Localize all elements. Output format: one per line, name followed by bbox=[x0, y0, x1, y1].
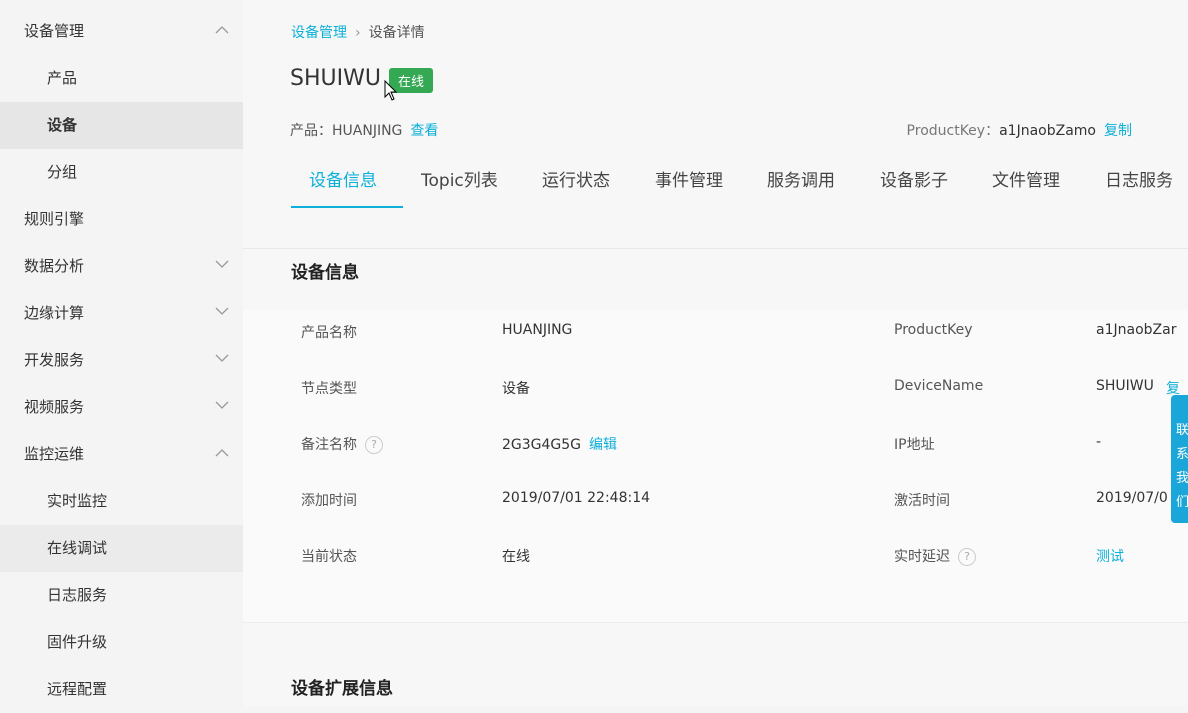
info-label: 备注名称? bbox=[301, 434, 383, 454]
info-value: a1JnaobZar bbox=[1096, 322, 1177, 338]
info-label: 激活时间 bbox=[894, 493, 950, 509]
edit-alias-link[interactable]: 编辑 bbox=[589, 437, 617, 453]
float-tab-char: 联 bbox=[1176, 423, 1188, 438]
info-value: 2019/07/0 bbox=[1096, 490, 1168, 506]
main-content: 设备管理 › 设备详情 SHUIWU 在线 产品：HUANJING 查看 Produc… bbox=[243, 0, 1188, 706]
sidebar-item-label: 产品 bbox=[47, 69, 78, 87]
info-label: 添加时间 bbox=[301, 493, 357, 509]
info-label: ProductKey bbox=[894, 322, 973, 338]
sidebar-item-device[interactable]: 设备 bbox=[0, 102, 243, 149]
sidebar-item-edge-computing[interactable]: 边缘计算 bbox=[0, 290, 243, 337]
copy-productkey-link[interactable]: 复制 bbox=[1104, 123, 1132, 139]
breadcrumb-link[interactable]: 设备管理 bbox=[291, 25, 347, 41]
divider bbox=[243, 622, 1188, 623]
sidebar-item-label: 监控运维 bbox=[24, 445, 85, 463]
productkey-value: a1JnaobZamo bbox=[999, 123, 1096, 139]
sidebar-item-product[interactable]: 产品 bbox=[0, 55, 243, 102]
device-header: 设备管理 › 设备详情 SHUIWU 在线 产品：HUANJING 查看 Produc… bbox=[243, 0, 1188, 248]
info-label: 产品名称 bbox=[301, 325, 357, 341]
sidebar-item-label: 视频服务 bbox=[24, 398, 85, 416]
product-name: HUANJING bbox=[332, 123, 403, 139]
device-info-table: 产品名称 HUANJING ProductKey a1JnaobZar 节点类型… bbox=[243, 310, 1188, 622]
sidebar-item-label: 在线调试 bbox=[47, 539, 108, 557]
info-value: SHUIWU bbox=[1096, 378, 1154, 394]
test-latency-link[interactable]: 测试 bbox=[1096, 546, 1124, 566]
mouse-cursor-icon bbox=[384, 79, 398, 106]
sidebar-item-device-management[interactable]: 设备管理 bbox=[0, 8, 243, 55]
tab-file-management[interactable]: 文件管理 bbox=[992, 166, 1060, 191]
breadcrumb-current: 设备详情 bbox=[368, 25, 425, 41]
info-label: 节点类型 bbox=[301, 381, 357, 397]
sidebar-item-label: 规则引擎 bbox=[24, 210, 85, 228]
info-label-text: 实时延迟 bbox=[894, 549, 950, 565]
sidebar-item-label: 设备 bbox=[47, 116, 78, 134]
sidebar-item-label: 分组 bbox=[47, 163, 78, 181]
float-tab-char: 系 bbox=[1176, 447, 1188, 462]
sidebar-item-log-service[interactable]: 日志服务 bbox=[0, 572, 243, 619]
info-value: 在线 bbox=[502, 549, 530, 565]
chevron-up-icon bbox=[215, 8, 231, 55]
sidebar-item-group[interactable]: 分组 bbox=[0, 149, 243, 196]
sidebar-item-label: 日志服务 bbox=[47, 586, 108, 604]
info-value: 2019/07/01 22:48:14 bbox=[502, 490, 651, 506]
sidebar-item-label: 数据分析 bbox=[24, 257, 85, 275]
sidebar-item-label: 固件升级 bbox=[47, 633, 108, 651]
sidebar-item-rule-engine[interactable]: 规则引擎 bbox=[0, 196, 243, 243]
sidebar-item-realtime-monitor[interactable]: 实时监控 bbox=[0, 478, 243, 525]
section-title-extended-info: 设备扩展信息 bbox=[291, 679, 393, 699]
active-tab-indicator bbox=[291, 206, 403, 208]
sidebar: 设备管理 产品 设备 分组 规则引擎 数据分析 边缘计算 开发服务 视频服务 监… bbox=[0, 0, 243, 706]
sidebar-item-label: 开发服务 bbox=[24, 351, 85, 369]
breadcrumb: 设备管理 › 设备详情 bbox=[291, 22, 425, 42]
product-prefix: 产品： bbox=[290, 123, 332, 139]
tab-device-info[interactable]: 设备信息 bbox=[309, 166, 377, 191]
info-label: 实时延迟? bbox=[894, 546, 976, 566]
info-value: 2G3G4G5G 编辑 bbox=[502, 434, 617, 454]
info-label: 当前状态 bbox=[301, 549, 357, 565]
tab-topic-list[interactable]: Topic列表 bbox=[421, 166, 498, 191]
view-product-link[interactable]: 查看 bbox=[410, 123, 438, 139]
divider bbox=[243, 248, 1188, 249]
breadcrumb-separator-icon: › bbox=[355, 25, 361, 41]
tab-service-call[interactable]: 服务调用 bbox=[767, 166, 835, 191]
contact-us-float-button[interactable]: 联 系 我 们 bbox=[1171, 395, 1188, 523]
help-icon[interactable]: ? bbox=[365, 436, 383, 454]
sidebar-item-label: 边缘计算 bbox=[24, 304, 85, 322]
tab-run-status[interactable]: 运行状态 bbox=[542, 166, 610, 191]
chevron-down-icon bbox=[215, 290, 231, 337]
sidebar-item-online-debug[interactable]: 在线调试 bbox=[0, 525, 243, 572]
sidebar-item-firmware-upgrade[interactable]: 固件升级 bbox=[0, 619, 243, 666]
section-title-device-info: 设备信息 bbox=[291, 263, 359, 283]
productkey-label: ProductKey： bbox=[906, 123, 1000, 139]
info-value: 设备 bbox=[502, 381, 530, 397]
info-label: DeviceName bbox=[894, 378, 984, 394]
info-value: - bbox=[1096, 434, 1102, 450]
sidebar-item-label: 实时监控 bbox=[47, 492, 108, 510]
help-icon[interactable]: ? bbox=[958, 548, 976, 566]
alias-value: 2G3G4G5G bbox=[502, 437, 582, 453]
product-info: 产品：HUANJING 查看 bbox=[290, 120, 438, 140]
productkey-info: ProductKey：a1JnaobZamo 复制 bbox=[907, 120, 1132, 140]
tab-event-management[interactable]: 事件管理 bbox=[655, 166, 723, 191]
info-label: IP地址 bbox=[894, 437, 935, 453]
chevron-down-icon bbox=[215, 384, 231, 431]
chevron-down-icon bbox=[215, 243, 231, 290]
tab-device-shadow[interactable]: 设备影子 bbox=[880, 166, 948, 191]
info-label-text: 备注名称 bbox=[301, 437, 357, 453]
tab-log-service[interactable]: 日志服务 bbox=[1105, 166, 1173, 191]
chevron-up-icon bbox=[215, 431, 231, 478]
sidebar-item-video-services[interactable]: 视频服务 bbox=[0, 384, 243, 431]
float-tab-char: 我 bbox=[1176, 471, 1188, 486]
device-name-title: SHUIWU bbox=[290, 66, 381, 91]
float-tab-char: 们 bbox=[1176, 495, 1188, 510]
sidebar-item-dev-services[interactable]: 开发服务 bbox=[0, 337, 243, 384]
sidebar-item-label: 设备管理 bbox=[24, 22, 85, 40]
sidebar-item-monitoring-ops[interactable]: 监控运维 bbox=[0, 431, 243, 478]
chevron-down-icon bbox=[215, 337, 231, 384]
info-value: HUANJING bbox=[502, 322, 573, 338]
sidebar-item-data-analysis[interactable]: 数据分析 bbox=[0, 243, 243, 290]
